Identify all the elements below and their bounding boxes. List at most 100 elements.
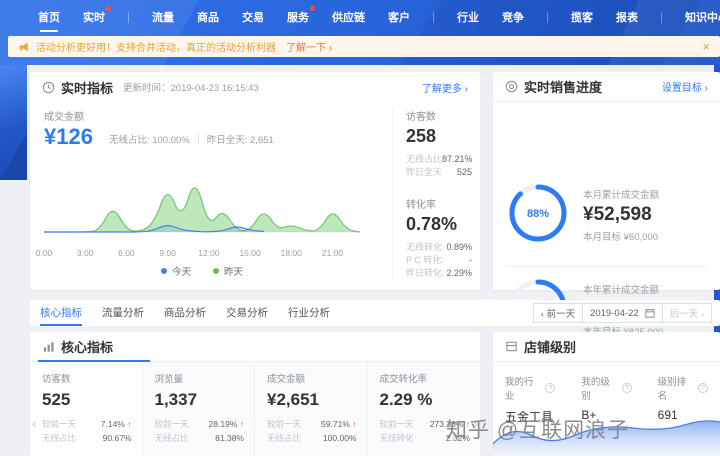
card-title: 核心指标	[61, 340, 114, 355]
selected-metric-indicator	[38, 360, 150, 362]
bar-chart-icon	[43, 342, 54, 352]
banner-text: 活动分析更好用！支持合并活动，真正的活动分析利器	[36, 43, 276, 54]
prev-day-button[interactable]: ‹ 前一天	[532, 303, 584, 323]
metric-col-visitors[interactable]: 访客数 525 较前一天 7.14% ↑ 无线占比 90.67%	[30, 362, 143, 456]
gmv-label: 成交金额	[44, 112, 84, 123]
x-tick-label: 3:00	[76, 248, 94, 258]
card-title: 店铺级别	[524, 340, 577, 355]
card-title: 实时销售进度	[524, 80, 603, 95]
month-gauge: 88% 本月累计成交金额 ¥52,598 本月目标 ¥60,000	[507, 182, 659, 247]
month-target: 本月目标 ¥60,000	[583, 231, 658, 243]
banner-link[interactable]: 了解一下 ›	[286, 39, 332, 54]
row-label: P C 转化:	[406, 255, 444, 265]
visitors-label: 访客数	[406, 112, 436, 123]
divider	[505, 266, 708, 267]
vertical-divider	[392, 108, 393, 278]
nav-item-customer[interactable]: 客户	[388, 9, 410, 25]
row-label: 昨日全天	[406, 167, 443, 177]
row-value: 0.89%	[446, 242, 472, 252]
info-icon[interactable]: ?	[621, 383, 632, 393]
nav-divider	[128, 11, 129, 23]
nav-item-acquisition[interactable]: 揽客	[571, 9, 593, 25]
watermark: 知乎 @互联网浪子	[446, 419, 630, 442]
nav-item-knowledge-center[interactable]: 知识中心	[685, 9, 720, 25]
row-label: 无线占比	[406, 154, 443, 164]
next-day-button[interactable]: 后一天 ›	[662, 303, 712, 323]
info-icon[interactable]: ?	[545, 383, 556, 393]
x-tick-label: 21:00	[321, 248, 344, 258]
x-tick-label: 0:00	[35, 248, 53, 258]
nav-item-product[interactable]: 商品	[197, 9, 219, 25]
realtime-metrics-card: 实时指标 更新时间：2019-04-23 16:15:43 了解更多 › 成交金…	[30, 72, 480, 290]
row-label: 无线转化:	[406, 242, 445, 252]
legend-item-yesterday[interactable]: 昨天	[213, 264, 243, 278]
up-arrow-icon: ↑	[239, 419, 244, 429]
row-value: -	[469, 255, 472, 265]
up-arrow-icon: ↑	[352, 419, 357, 429]
target-icon	[505, 80, 518, 93]
row-value: 525	[456, 167, 472, 177]
nav-item-realtime[interactable]: 实时	[83, 6, 111, 25]
gmv-value: ¥126	[44, 124, 93, 149]
nav-item-competition[interactable]: 竞争	[502, 9, 524, 25]
x-axis-labels: 0:00 3:00 6:00 9:00 12:00 15:00 18:00 21:00	[36, 248, 360, 260]
tab-product-analysis[interactable]: 商品分析	[164, 300, 206, 326]
metric-col-gmv[interactable]: 成交金额 ¥2,651 较前一天 59.71% ↑ 无线占比 100.00%	[255, 362, 368, 456]
nav-divider	[433, 11, 434, 23]
x-tick-label: 15:00	[239, 248, 261, 258]
close-icon[interactable]: ×	[702, 40, 710, 53]
row-value: 87.21%	[442, 154, 473, 164]
x-tick-label: 9:00	[159, 248, 176, 258]
metric-col-pageviews[interactable]: 浏览量 1,337 较前一天 28.19% ↑ 无线占比 81.38%	[142, 362, 255, 456]
promo-banner: 活动分析更好用！支持合并活动，真正的活动分析利器 了解一下 › ×	[8, 36, 720, 57]
nav-item-trade[interactable]: 交易	[242, 9, 264, 25]
divider	[197, 134, 199, 144]
nav-item-service[interactable]: 服务	[287, 6, 315, 25]
nav-item-home[interactable]: 首页	[38, 9, 60, 32]
row-label: 昨日转化:	[406, 268, 445, 278]
x-tick-label: 12:00	[198, 248, 220, 258]
notification-badge	[106, 6, 111, 11]
month-gmv-label: 本月累计成交金额	[583, 189, 660, 201]
tab-traffic-analysis[interactable]: 流量分析	[102, 300, 144, 326]
gmv-yesterday-total: 昨日全天: 2,651	[206, 135, 274, 146]
carousel-prev-icon[interactable]: ‹	[32, 416, 36, 431]
x-tick-label: 18:00	[280, 248, 302, 258]
yesterday-dot	[213, 268, 219, 274]
core-metrics-card: 核心指标 访客数 525 较前一天 7.14% ↑ 无线占比 90.67% 浏览量 …	[30, 332, 480, 456]
megaphone-icon	[19, 42, 28, 51]
sales-progress-card: 实时销售进度 设置目标 › 88% 本月累计成交金额 ¥52,598 本月目标 …	[493, 72, 720, 338]
nav-item-reports[interactable]: 报表	[616, 9, 638, 25]
tab-industry-analysis[interactable]: 行业分析	[288, 300, 330, 326]
notification-badge	[310, 6, 315, 11]
nav-divider	[661, 11, 662, 23]
nav-item-industry[interactable]: 行业	[457, 9, 479, 25]
up-arrow-icon: ↑	[127, 419, 132, 429]
clock-icon	[42, 81, 55, 93]
chart-legend: 今天 昨天	[44, 264, 360, 278]
conversion-value: 0.78%	[406, 214, 458, 234]
tab-core-metrics[interactable]: 核心指标	[40, 300, 82, 326]
visitors-value: 258	[406, 126, 437, 146]
today-dot	[160, 268, 167, 274]
calendar-icon	[645, 308, 655, 318]
learn-more-link[interactable]: 了解更多 ›	[422, 80, 468, 95]
updated-time: 更新时间：2019-04-23 16:15:43	[123, 83, 259, 94]
nav-item-traffic[interactable]: 流量	[152, 9, 174, 25]
date-picker[interactable]: 2019-04-22	[583, 303, 663, 323]
info-icon[interactable]: ?	[698, 383, 708, 393]
conversion-label: 转化率	[406, 200, 436, 211]
legend-item-today[interactable]: 今天	[160, 264, 191, 278]
realtime-trend-chart	[44, 170, 361, 246]
analysis-tabbar: 核心指标 流量分析 商品分析 交易分析 行业分析 ‹ 前一天 2019-04-2…	[30, 300, 720, 326]
shop-icon	[506, 341, 517, 352]
card-title: 实时指标	[61, 80, 114, 96]
set-goal-link[interactable]: 设置目标 ›	[662, 79, 708, 94]
main-nav: 首页 实时 流量 商品 交易 服务 供应链 客户 行业 竞争 揽客 报表 知识中…	[38, 6, 720, 32]
nav-divider	[547, 11, 548, 23]
tab-trade-analysis[interactable]: 交易分析	[226, 300, 268, 326]
gmv-wireless-share: 无线占比: 100.00%	[108, 135, 190, 146]
x-tick-label: 6:00	[118, 248, 135, 258]
nav-item-supply-chain[interactable]: 供应链	[332, 9, 365, 25]
month-gmv-value: ¥52,598	[583, 203, 652, 225]
